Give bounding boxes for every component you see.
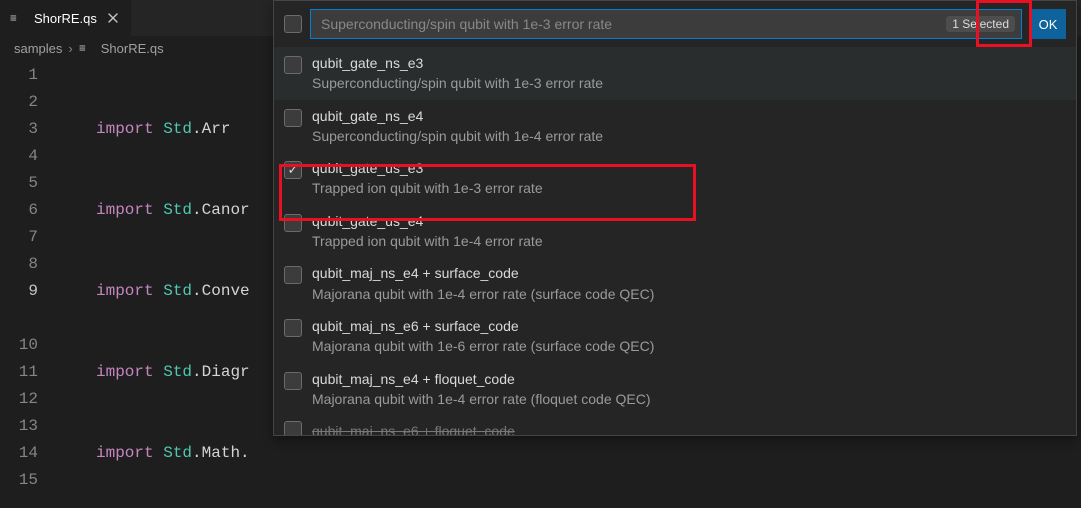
item-description: Trapped ion qubit with 1e-4 error rate: [312, 231, 543, 251]
item-checkbox[interactable]: [284, 319, 302, 337]
item-description: Superconducting/spin qubit with 1e-3 err…: [312, 73, 603, 93]
breadcrumb-folder[interactable]: samples: [14, 41, 62, 56]
item-label: qubit_maj_ns_e4 + floquet_code: [312, 369, 651, 389]
item-checkbox[interactable]: [284, 372, 302, 390]
svg-text:≡: ≡: [10, 11, 17, 25]
item-checkbox[interactable]: [284, 109, 302, 127]
item-description: Majorana qubit with 1e-4 error rate (sur…: [312, 284, 654, 304]
item-label: qubit_gate_us_e3: [312, 158, 543, 178]
item-label: qubit_gate_ns_e4: [312, 106, 603, 126]
item-checkbox[interactable]: [284, 421, 302, 435]
item-checkbox[interactable]: [284, 266, 302, 284]
qsharp-file-icon: ≡: [10, 10, 26, 26]
select-all-checkbox[interactable]: [284, 15, 302, 33]
quickpick-item[interactable]: qubit_gate_ns_e4Superconducting/spin qub…: [274, 100, 1076, 153]
selected-count-badge: 1 Selected: [946, 16, 1015, 32]
quickpick-item[interactable]: qubit_maj_ns_e6 + floquet_code: [274, 415, 1076, 435]
item-checkbox[interactable]: ✓: [284, 161, 302, 179]
quickpick-item[interactable]: qubit_maj_ns_e4 + surface_codeMajorana q…: [274, 257, 1076, 310]
quickpick-item[interactable]: qubit_maj_ns_e6 + surface_codeMajorana q…: [274, 310, 1076, 363]
item-description: Superconducting/spin qubit with 1e-4 err…: [312, 126, 603, 146]
quickpick-list[interactable]: qubit_gate_ns_e3Superconducting/spin qub…: [274, 47, 1076, 435]
item-label: qubit_gate_us_e4: [312, 211, 543, 231]
quickpick-item[interactable]: ✓ qubit_gate_us_e3Trapped ion qubit with …: [274, 152, 1076, 205]
tab-filename: ShorRE.qs: [34, 11, 97, 26]
item-checkbox[interactable]: [284, 56, 302, 74]
item-checkbox[interactable]: [284, 214, 302, 232]
tab-shorre[interactable]: ≡ ShorRE.qs: [0, 0, 132, 36]
quickpick-panel: 1 Selected OK qubit_gate_ns_e3Supercondu…: [273, 0, 1077, 436]
quickpick-item[interactable]: qubit_gate_ns_e3Superconducting/spin qub…: [274, 47, 1076, 100]
close-icon[interactable]: [105, 10, 121, 26]
quickpick-input-wrap: 1 Selected: [310, 9, 1022, 39]
quickpick-item[interactable]: qubit_maj_ns_e4 + floquet_codeMajorana q…: [274, 363, 1076, 416]
item-description: Trapped ion qubit with 1e-3 error rate: [312, 178, 543, 198]
quickpick-header: 1 Selected OK: [274, 1, 1076, 47]
qsharp-file-icon: ≡: [79, 40, 95, 56]
line-number-gutter: 12345678 9 101112131415: [0, 60, 60, 508]
item-label: qubit_maj_ns_e6 + surface_code: [312, 316, 654, 336]
item-label: qubit_gate_ns_e3: [312, 53, 603, 73]
quickpick-input[interactable]: [319, 15, 946, 33]
item-label: qubit_maj_ns_e6 + floquet_code: [312, 421, 515, 435]
quickpick-item[interactable]: qubit_gate_us_e4Trapped ion qubit with 1…: [274, 205, 1076, 258]
item-description: Majorana qubit with 1e-4 error rate (flo…: [312, 389, 651, 409]
svg-text:≡: ≡: [79, 41, 86, 55]
item-description: Majorana qubit with 1e-6 error rate (sur…: [312, 336, 654, 356]
breadcrumb-file[interactable]: ShorRE.qs: [101, 41, 164, 56]
chevron-right-icon: ›: [68, 41, 72, 56]
item-label: qubit_maj_ns_e4 + surface_code: [312, 263, 654, 283]
ok-button[interactable]: OK: [1030, 9, 1066, 39]
